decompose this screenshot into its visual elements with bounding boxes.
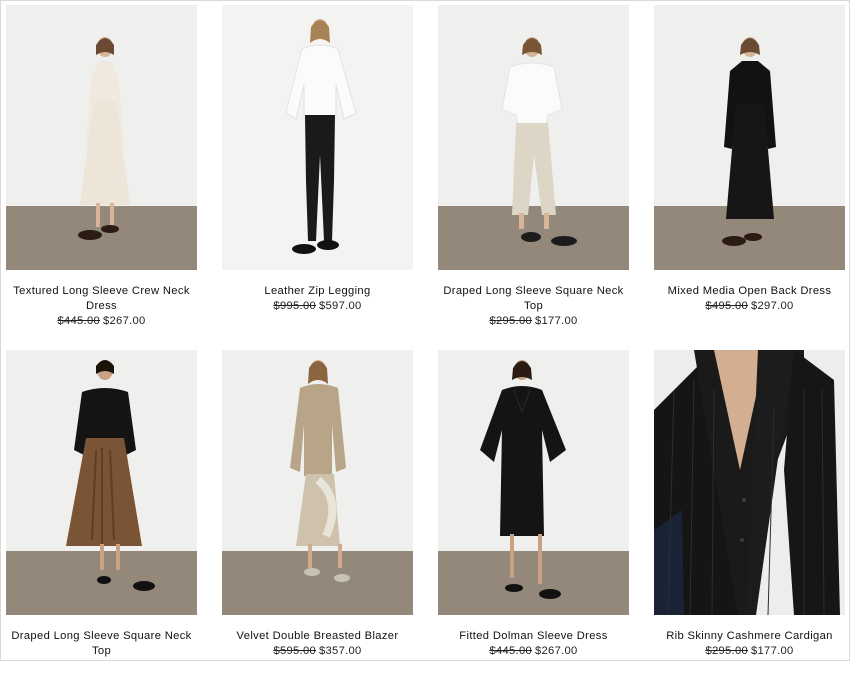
product-price: $295.00 $177.00 (654, 644, 845, 659)
sale-price: $267.00 (535, 645, 578, 657)
product-image[interactable] (654, 350, 845, 615)
original-price: $995.00 (273, 300, 316, 312)
product-price: $445.00 $267.00 (438, 644, 629, 659)
sale-price: $177.00 (751, 645, 794, 657)
sale-price: $357.00 (319, 645, 362, 657)
product-price: $995.00 $597.00 (222, 299, 413, 314)
product-image[interactable] (222, 350, 413, 615)
product-price: $445.00 $267.00 (6, 314, 197, 329)
sale-price: $267.00 (103, 315, 146, 327)
product-image[interactable] (6, 5, 197, 270)
product-image[interactable] (438, 5, 629, 270)
product-image[interactable] (6, 350, 197, 615)
sale-price: $177.00 (535, 315, 578, 327)
product-image[interactable] (438, 350, 629, 615)
product-name[interactable]: Draped Long Sleeve Square Neck Top (438, 284, 629, 314)
product-name[interactable]: Leather Zip Legging (222, 284, 413, 299)
product-card[interactable]: Velvet Double Breasted Blazer $595.00 $35… (222, 350, 413, 659)
product-price: $595.00 $357.00 (222, 644, 413, 659)
original-price: $595.00 (273, 645, 316, 657)
product-image[interactable] (222, 5, 413, 270)
product-card[interactable]: Rib Skinny Cashmere Cardigan $295.00 $177… (654, 350, 845, 659)
product-price (6, 659, 197, 674)
product-card[interactable]: Leather Zip Legging $995.00 $597.00 (222, 5, 413, 314)
original-price: $295.00 (489, 315, 532, 327)
product-card[interactable]: Fitted Dolman Sleeve Dress $445.00 $267.0… (438, 350, 629, 659)
product-image[interactable] (654, 5, 845, 270)
product-card[interactable]: Draped Long Sleeve Square Neck Top $295.… (438, 5, 629, 329)
product-name[interactable]: Velvet Double Breasted Blazer (222, 629, 413, 644)
product-name[interactable]: Draped Long Sleeve Square Neck Top (6, 629, 197, 659)
product-price: $295.00 $177.00 (438, 314, 629, 329)
product-card[interactable]: Textured Long Sleeve Crew Neck Dress $44… (6, 5, 197, 329)
product-name[interactable]: Fitted Dolman Sleeve Dress (438, 629, 629, 644)
product-price: $495.00 $297.00 (654, 299, 845, 314)
original-price: $445.00 (57, 315, 100, 327)
product-card[interactable]: Mixed Media Open Back Dress $495.00 $297.… (654, 5, 845, 314)
product-name[interactable]: Textured Long Sleeve Crew Neck Dress (6, 284, 197, 314)
product-name[interactable]: Rib Skinny Cashmere Cardigan (654, 629, 845, 644)
original-price: $295.00 (705, 645, 748, 657)
original-price: $495.00 (705, 300, 748, 312)
original-price: $445.00 (489, 645, 532, 657)
sale-price: $297.00 (751, 300, 794, 312)
product-name[interactable]: Mixed Media Open Back Dress (654, 284, 845, 299)
product-card[interactable]: Draped Long Sleeve Square Neck Top (6, 350, 197, 674)
sale-price: $597.00 (319, 300, 362, 312)
